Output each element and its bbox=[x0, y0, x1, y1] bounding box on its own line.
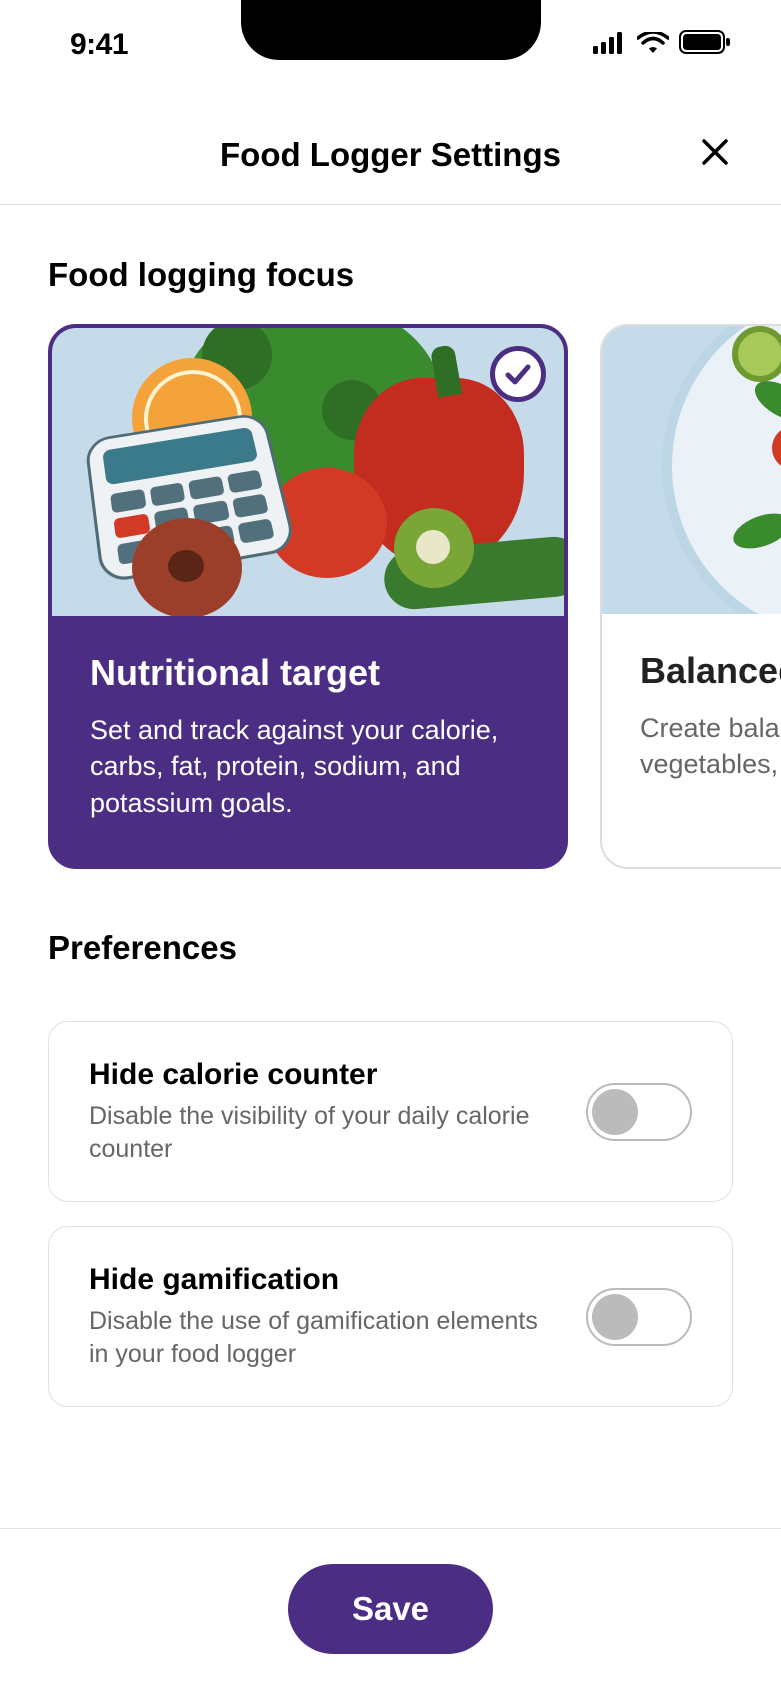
pref-item-hide-gamification: Hide gamification Disable the use of gam… bbox=[48, 1226, 733, 1407]
page-header: Food Logger Settings bbox=[0, 105, 781, 205]
focus-card-illustration bbox=[602, 326, 781, 614]
close-button[interactable] bbox=[693, 133, 737, 177]
selected-check-icon bbox=[490, 346, 546, 402]
focus-card-title: Nutritional target bbox=[90, 652, 526, 694]
main-content: Food logging focus bbox=[0, 206, 781, 1688]
save-button[interactable]: Save bbox=[288, 1564, 493, 1654]
cellular-icon bbox=[593, 28, 627, 62]
section-title-focus: Food logging focus bbox=[0, 206, 781, 324]
footer-bar: Save bbox=[0, 1528, 781, 1688]
focus-card-desc: Create balanced meals with protein, vege… bbox=[640, 710, 781, 783]
focus-card-balanced-plate[interactable]: Balanced plate Create balanced meals wit… bbox=[600, 324, 781, 869]
focus-cards-carousel[interactable]: Nutritional target Set and track against… bbox=[0, 324, 781, 869]
battery-icon bbox=[679, 28, 731, 62]
focus-card-nutritional-target[interactable]: Nutritional target Set and track against… bbox=[48, 324, 568, 869]
close-icon bbox=[700, 137, 730, 172]
pref-title: Hide calorie counter bbox=[89, 1058, 562, 1092]
toggle-hide-gamification[interactable] bbox=[586, 1288, 692, 1346]
pref-desc: Disable the use of gamification elements… bbox=[89, 1305, 562, 1370]
focus-card-title: Balanced plate bbox=[640, 650, 781, 692]
wifi-icon bbox=[637, 28, 669, 62]
toggle-hide-calorie-counter[interactable] bbox=[586, 1083, 692, 1141]
focus-card-desc: Set and track against your calorie, carb… bbox=[90, 712, 526, 821]
pref-title: Hide gamification bbox=[89, 1263, 562, 1297]
section-title-preferences: Preferences bbox=[0, 869, 781, 997]
page-title: Food Logger Settings bbox=[220, 136, 561, 174]
device-notch bbox=[241, 0, 541, 60]
status-time: 9:41 bbox=[70, 28, 128, 62]
focus-card-illustration bbox=[52, 328, 564, 616]
pref-desc: Disable the visibility of your daily cal… bbox=[89, 1100, 562, 1165]
pref-item-hide-calorie-counter: Hide calorie counter Disable the visibil… bbox=[48, 1021, 733, 1202]
